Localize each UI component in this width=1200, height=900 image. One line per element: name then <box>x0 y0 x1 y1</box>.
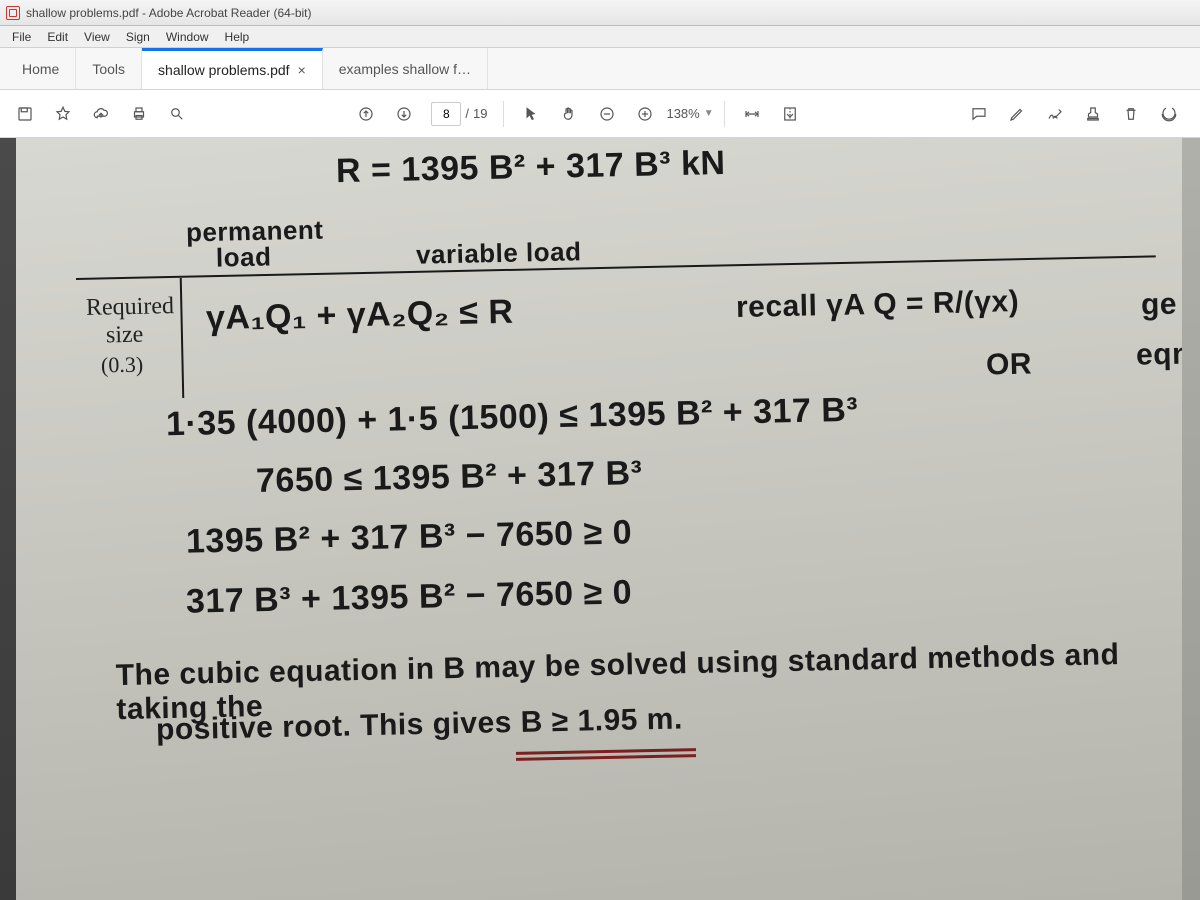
window-title: shallow problems.pdf - Adobe Acrobat Rea… <box>26 6 312 20</box>
label-load-top: load <box>216 241 272 273</box>
search-icon[interactable] <box>160 97 194 131</box>
save-icon[interactable] <box>8 97 42 131</box>
print-icon[interactable] <box>122 97 156 131</box>
menu-sign[interactable]: Sign <box>118 30 158 44</box>
zoom-in-icon[interactable] <box>628 97 662 131</box>
menu-edit[interactable]: Edit <box>39 30 76 44</box>
acrobat-icon <box>6 6 20 20</box>
tab-doc-active[interactable]: shallow problems.pdf × <box>142 48 323 89</box>
right-edge <box>1182 138 1200 900</box>
page-indicator: / 19 <box>431 102 487 126</box>
tab-tools-label: Tools <box>92 61 125 77</box>
menu-window[interactable]: Window <box>158 30 217 44</box>
comment-icon[interactable] <box>962 97 996 131</box>
zoom-out-icon[interactable] <box>590 97 624 131</box>
menu-help[interactable]: Help <box>217 30 258 44</box>
zoom-level[interactable]: 138% ▼ <box>666 106 713 121</box>
stamp-icon[interactable] <box>1076 97 1110 131</box>
printed-required: Required <box>86 293 175 322</box>
page-input[interactable] <box>431 102 461 126</box>
tab-row: Home Tools shallow problems.pdf × exampl… <box>0 48 1200 90</box>
document-page[interactable]: R = 1395 B² + 317 B³ kN permanent load v… <box>16 138 1182 900</box>
rule-vert <box>180 278 185 398</box>
line3: 1395 B² + 317 B³ − 7650 ≥ 0 <box>186 513 633 561</box>
recall-or: OR <box>986 348 1033 383</box>
tab-home-label: Home <box>22 61 59 77</box>
printed-size: size <box>106 322 144 350</box>
tab-doc-active-label: shallow problems.pdf <box>158 62 290 78</box>
toolbar-divider-2 <box>724 101 725 127</box>
content-area: R = 1395 B² + 317 B³ kN permanent load v… <box>0 138 1200 900</box>
underline-2 <box>516 754 696 761</box>
line2: 7650 ≤ 1395 B² + 317 B³ <box>256 454 643 501</box>
close-icon[interactable]: × <box>298 62 306 78</box>
menu-file[interactable]: File <box>4 30 39 44</box>
page-down-icon[interactable] <box>387 97 421 131</box>
recall: recall γA Q = R/(γx) <box>736 285 1020 325</box>
printed-03: (0.3) <box>101 352 144 379</box>
pointer-icon[interactable] <box>514 97 548 131</box>
label-variable-load: variable load <box>416 236 582 270</box>
star-icon[interactable] <box>46 97 80 131</box>
tab-doc-other[interactable]: examples shallow f… <box>323 48 488 89</box>
chevron-down-icon: ▼ <box>704 108 714 119</box>
left-pane-strip[interactable] <box>0 138 16 900</box>
fit-width-icon[interactable] <box>735 97 769 131</box>
toolbar: / 19 138% ▼ <box>0 90 1200 138</box>
menu-bar: File Edit View Sign Window Help <box>0 26 1200 48</box>
tab-tools[interactable]: Tools <box>76 48 142 89</box>
line4: 317 B³ + 1395 B² − 7650 ≥ 0 <box>186 573 633 621</box>
line1: 1·35 (4000) + 1·5 (1500) ≤ 1395 B² + 317… <box>166 391 859 444</box>
more-icon[interactable] <box>1152 97 1186 131</box>
tab-home[interactable]: Home <box>6 48 76 89</box>
toolbar-divider <box>503 101 504 127</box>
pencil-icon[interactable] <box>1000 97 1034 131</box>
page-up-icon[interactable] <box>349 97 383 131</box>
menu-view[interactable]: View <box>76 30 118 44</box>
eq-r: R = 1395 B² + 317 B³ kN <box>336 144 726 191</box>
cloud-up-icon[interactable] <box>84 97 118 131</box>
hand-icon[interactable] <box>552 97 586 131</box>
eqn-fragment: eqn <box>1136 337 1182 372</box>
page-total: 19 <box>473 106 487 121</box>
delete-icon[interactable] <box>1114 97 1148 131</box>
line-req: γA₁Q₁ + γA₂Q₂ ≤ R <box>206 293 514 338</box>
fit-page-icon[interactable] <box>773 97 807 131</box>
tab-doc-other-label: examples shallow f… <box>339 61 471 77</box>
title-bar: shallow problems.pdf - Adobe Acrobat Rea… <box>0 0 1200 26</box>
right-tools <box>962 97 1186 131</box>
zoom-level-label: 138% <box>666 106 699 121</box>
page-sep: / <box>465 106 469 121</box>
sign-icon[interactable] <box>1038 97 1072 131</box>
ge-fragment: ge <box>1141 288 1178 323</box>
